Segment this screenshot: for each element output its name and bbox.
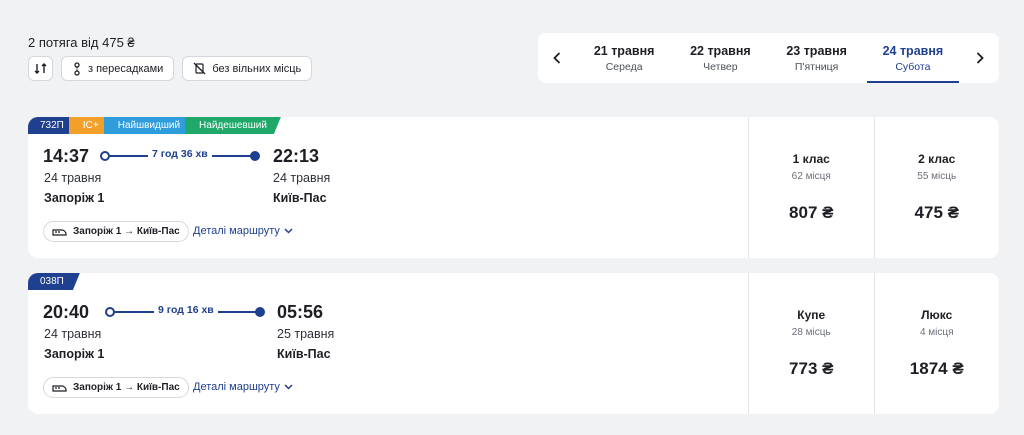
trip-duration: 9 год 16 хв [154, 304, 218, 316]
chevron-right-icon [976, 52, 984, 64]
chevron-down-icon [284, 384, 293, 390]
date-tab-weekday: П'ятниця [794, 60, 839, 73]
prev-date-button[interactable] [538, 33, 576, 83]
seat-classes: 1 клас 62 місця 807 ₴ 2 клас 55 місць 47… [748, 117, 999, 258]
fastest-badge: Найшвидший [104, 117, 192, 134]
date-tab-date: 24 травня [882, 43, 944, 58]
date-tab-date: 22 травня [690, 43, 751, 58]
seat-price: 1874 ₴ [909, 359, 964, 378]
chevron-left-icon [553, 52, 561, 64]
seat-classes: Купе 28 місць 773 ₴ Люкс 4 місця 1874 ₴ [748, 273, 999, 414]
arrival-date: 24 травня [273, 171, 331, 185]
train-icon [52, 228, 67, 236]
no-seat-icon [193, 62, 206, 75]
seat-count: 4 місця [919, 327, 954, 338]
route-pill: Запоріж 1 → Київ-Пас [43, 377, 189, 398]
route-details-link[interactable]: Деталі маршруту [193, 225, 293, 237]
sort-button[interactable] [28, 56, 53, 81]
route-details-link[interactable]: Деталі маршруту [193, 381, 293, 393]
seat-class-option[interactable]: Купе 28 місць 773 ₴ [748, 273, 874, 414]
departure-station: Запоріж 1 [44, 347, 105, 361]
arrival-station: Київ-Пас [273, 191, 327, 205]
destination-dot [255, 307, 265, 317]
train-card[interactable]: 732П IC+ Найшвидший Найдешевший 14:37 7 … [28, 117, 999, 258]
seat-class-name: 2 клас [918, 152, 956, 166]
departure-date: 24 травня [44, 171, 102, 185]
route-details-label: Деталі маршруту [193, 381, 280, 393]
arrival-station: Київ-Пас [277, 347, 331, 361]
departure-station: Запоріж 1 [44, 191, 105, 205]
train-tags: 732П IC+ Найшвидший Найдешевший [28, 117, 274, 134]
filter-bar: з пересадками без вільних місць [28, 56, 313, 81]
arrival-time: 05:56 [277, 302, 324, 322]
departure-date: 24 травня [44, 327, 102, 341]
seat-count: 28 місць [791, 327, 831, 338]
date-tab-weekday: Субота [895, 60, 931, 73]
date-tab-date: 21 травня [593, 43, 655, 58]
seat-count: 55 місць [917, 171, 957, 182]
seat-class-option[interactable]: 1 клас 62 місця 807 ₴ [748, 117, 874, 258]
seat-price: 475 ₴ [914, 203, 959, 222]
arrival-time: 22:13 [273, 146, 320, 166]
train-number-badge: 038П [28, 273, 80, 290]
no-seats-filter-label: без вільних місць [212, 62, 302, 75]
seat-class-name: Люкс [921, 308, 953, 322]
route-line: 9 год 16 хв [105, 304, 265, 318]
departure-time: 14:37 [43, 146, 90, 166]
departure-time: 20:40 [43, 302, 90, 322]
date-tab-21[interactable]: 21 травня Середа [576, 33, 672, 83]
train-number-badge: 732П [28, 117, 76, 134]
chevron-down-icon [284, 228, 293, 234]
seat-class-option[interactable]: 2 клас 55 місць 475 ₴ [873, 117, 1000, 258]
sort-icon [34, 63, 47, 74]
seat-price: 807 ₴ [789, 203, 834, 222]
cheapest-badge: Найдешевший [185, 117, 281, 134]
seat-class-name: Купе [797, 308, 826, 322]
destination-dot [250, 151, 260, 161]
transfer-icon [74, 61, 80, 76]
date-tab-22[interactable]: 22 травня Четвер [672, 33, 768, 83]
date-tab-23[interactable]: 23 травня П'ятниця [769, 33, 865, 83]
seat-price: 773 ₴ [789, 359, 834, 378]
origin-dot [105, 307, 115, 317]
route-pill-label: Запоріж 1 → Київ-Пас [73, 226, 180, 237]
train-card[interactable]: 038П 20:40 9 год 16 хв 05:56 24 травня 2… [28, 273, 999, 414]
trip-duration: 7 год 36 хв [148, 148, 212, 160]
seat-class-name: 1 клас [792, 152, 830, 166]
next-date-button[interactable] [961, 33, 999, 83]
arrival-date: 25 травня [277, 327, 335, 341]
route-pill: Запоріж 1 → Київ-Пас [43, 221, 189, 242]
route-pill-label: Запоріж 1 → Київ-Пас [73, 382, 180, 393]
route-line: 7 год 36 хв [100, 148, 260, 162]
train-tags: 038П [28, 273, 73, 290]
date-selector: 21 травня Середа 22 травня Четвер 23 тра… [538, 33, 999, 83]
date-tab-24[interactable]: 24 травня Субота [865, 33, 961, 83]
results-summary: 2 потяга від 475 ₴ [28, 35, 135, 50]
date-tab-weekday: Середа [605, 60, 643, 73]
route-details-label: Деталі маршруту [193, 225, 280, 237]
seat-class-option[interactable]: Люкс 4 місця 1874 ₴ [873, 273, 1000, 414]
transfers-filter-button[interactable]: з пересадками [61, 56, 175, 81]
origin-dot [100, 151, 110, 161]
no-seats-filter-button[interactable]: без вільних місць [182, 56, 313, 81]
date-tab-date: 23 травня [786, 43, 847, 58]
seat-count: 62 місця [791, 171, 831, 182]
transfers-filter-label: з пересадками [88, 62, 164, 75]
train-icon [52, 384, 67, 392]
date-tab-weekday: Четвер [703, 60, 738, 73]
